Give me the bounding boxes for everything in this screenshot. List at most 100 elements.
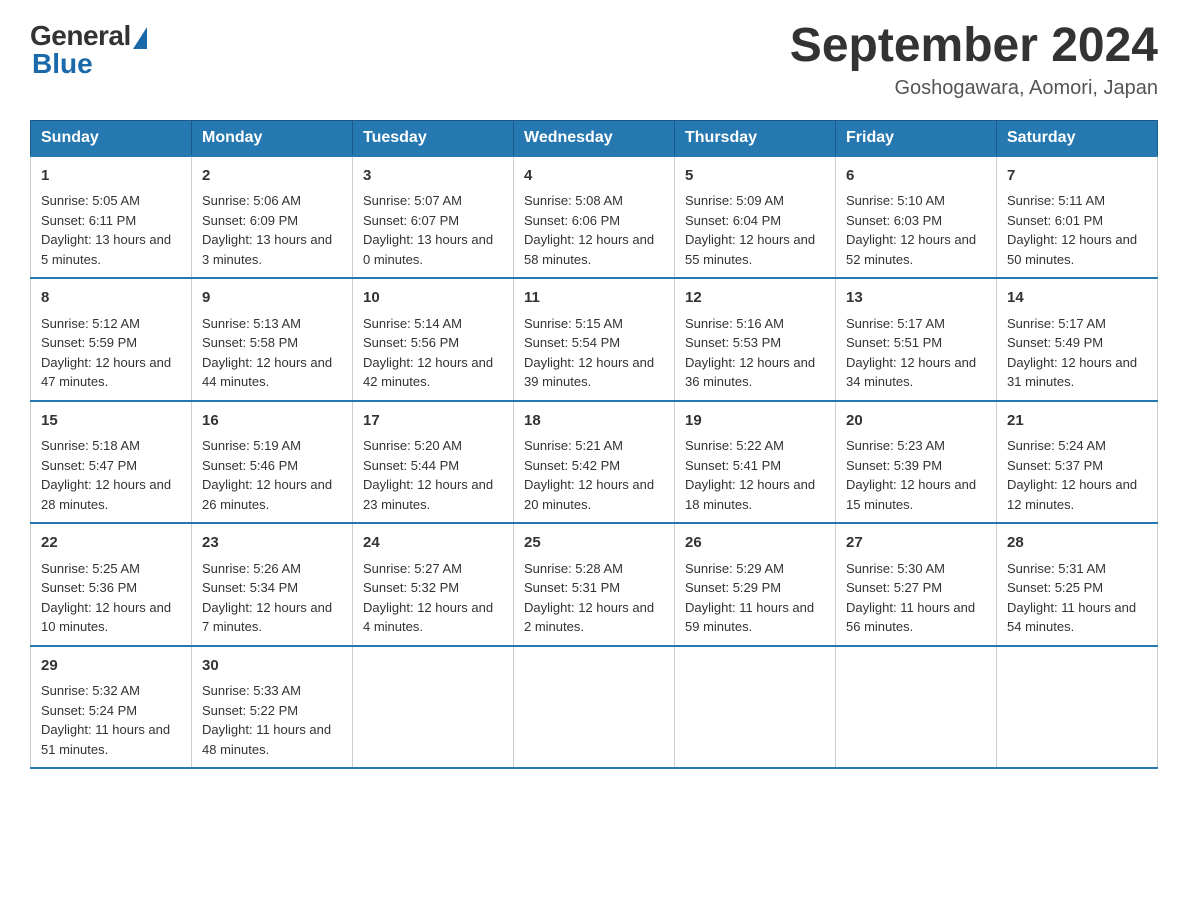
calendar-cell: [997, 646, 1158, 769]
day-info: Sunrise: 5:07 AMSunset: 6:07 PMDaylight:…: [363, 193, 493, 267]
day-info: Sunrise: 5:09 AMSunset: 6:04 PMDaylight:…: [685, 193, 815, 267]
day-info: Sunrise: 5:26 AMSunset: 5:34 PMDaylight:…: [202, 561, 332, 635]
calendar-cell: 29 Sunrise: 5:32 AMSunset: 5:24 PMDayligh…: [31, 646, 192, 769]
calendar-cell: 21 Sunrise: 5:24 AMSunset: 5:37 PMDayligh…: [997, 401, 1158, 524]
location-text: Goshogawara, Aomori, Japan: [790, 77, 1158, 100]
calendar-cell: 27 Sunrise: 5:30 AMSunset: 5:27 PMDayligh…: [836, 523, 997, 646]
calendar-week-4: 22Sunrise: 5:25 AMSunset: 5:36 PMDayligh…: [31, 523, 1158, 646]
day-info: Sunrise: 5:23 AMSunset: 5:39 PMDaylight:…: [846, 438, 976, 512]
calendar-cell: 11 Sunrise: 5:15 AMSunset: 5:54 PMDayligh…: [514, 278, 675, 401]
day-number: 5: [685, 165, 825, 188]
calendar-cell: 6Sunrise: 5:10 AMSunset: 6:03 PMDaylight…: [836, 156, 997, 279]
calendar-cell: 22Sunrise: 5:25 AMSunset: 5:36 PMDayligh…: [31, 523, 192, 646]
day-info: Sunrise: 5:08 AMSunset: 6:06 PMDaylight:…: [524, 193, 654, 267]
calendar-week-2: 8 Sunrise: 5:12 AMSunset: 5:59 PMDaylight…: [31, 278, 1158, 401]
day-info: Sunrise: 5:27 AMSunset: 5:32 PMDaylight:…: [363, 561, 493, 635]
day-number: 2: [202, 165, 342, 188]
day-number: 6: [846, 165, 986, 188]
day-info: Sunrise: 5:30 AMSunset: 5:27 PMDaylight:…: [846, 561, 975, 635]
day-info: Sunrise: 5:19 AMSunset: 5:46 PMDaylight:…: [202, 438, 332, 512]
day-info: Sunrise: 5:33 AMSunset: 5:22 PMDaylight:…: [202, 683, 331, 757]
day-info: Sunrise: 5:13 AMSunset: 5:58 PMDaylight:…: [202, 316, 332, 390]
day-info: Sunrise: 5:16 AMSunset: 5:53 PMDaylight:…: [685, 316, 815, 390]
calendar-cell: 25 Sunrise: 5:28 AMSunset: 5:31 PMDayligh…: [514, 523, 675, 646]
day-number: 8: [41, 287, 181, 310]
day-number: 14: [1007, 287, 1147, 310]
day-number: 23: [202, 532, 342, 555]
calendar-cell: 26 Sunrise: 5:29 AMSunset: 5:29 PMDayligh…: [675, 523, 836, 646]
day-number: 18: [524, 410, 664, 433]
calendar-header-wednesday: Wednesday: [514, 120, 675, 156]
logo-blue-text: Blue: [32, 48, 93, 80]
title-section: September 2024 Goshogawara, Aomori, Japa…: [790, 20, 1158, 100]
day-number: 3: [363, 165, 503, 188]
day-info: Sunrise: 5:24 AMSunset: 5:37 PMDaylight:…: [1007, 438, 1137, 512]
day-number: 20: [846, 410, 986, 433]
day-number: 15: [41, 410, 181, 433]
day-info: Sunrise: 5:17 AMSunset: 5:49 PMDaylight:…: [1007, 316, 1137, 390]
day-number: 7: [1007, 165, 1147, 188]
calendar-cell: 24Sunrise: 5:27 AMSunset: 5:32 PMDayligh…: [353, 523, 514, 646]
calendar-header-friday: Friday: [836, 120, 997, 156]
day-info: Sunrise: 5:32 AMSunset: 5:24 PMDaylight:…: [41, 683, 170, 757]
day-number: 4: [524, 165, 664, 188]
day-number: 21: [1007, 410, 1147, 433]
day-info: Sunrise: 5:28 AMSunset: 5:31 PMDaylight:…: [524, 561, 654, 635]
day-number: 9: [202, 287, 342, 310]
day-info: Sunrise: 5:06 AMSunset: 6:09 PMDaylight:…: [202, 193, 332, 267]
day-number: 13: [846, 287, 986, 310]
day-number: 29: [41, 655, 181, 678]
day-info: Sunrise: 5:20 AMSunset: 5:44 PMDaylight:…: [363, 438, 493, 512]
calendar-cell: 7Sunrise: 5:11 AMSunset: 6:01 PMDaylight…: [997, 156, 1158, 279]
calendar-cell: 9 Sunrise: 5:13 AMSunset: 5:58 PMDaylight…: [192, 278, 353, 401]
calendar-header-row: SundayMondayTuesdayWednesdayThursdayFrid…: [31, 120, 1158, 156]
calendar-cell: 28 Sunrise: 5:31 AMSunset: 5:25 PMDayligh…: [997, 523, 1158, 646]
calendar-cell: 4 Sunrise: 5:08 AMSunset: 6:06 PMDaylight…: [514, 156, 675, 279]
calendar-cell: [675, 646, 836, 769]
logo-triangle-icon: [133, 27, 147, 49]
calendar-cell: 15 Sunrise: 5:18 AMSunset: 5:47 PMDayligh…: [31, 401, 192, 524]
calendar-cell: 23 Sunrise: 5:26 AMSunset: 5:34 PMDayligh…: [192, 523, 353, 646]
calendar-cell: 1 Sunrise: 5:05 AMSunset: 6:11 PMDaylight…: [31, 156, 192, 279]
day-info: Sunrise: 5:15 AMSunset: 5:54 PMDaylight:…: [524, 316, 654, 390]
calendar-cell: 12 Sunrise: 5:16 AMSunset: 5:53 PMDayligh…: [675, 278, 836, 401]
day-info: Sunrise: 5:29 AMSunset: 5:29 PMDaylight:…: [685, 561, 814, 635]
day-info: Sunrise: 5:14 AMSunset: 5:56 PMDaylight:…: [363, 316, 493, 390]
day-info: Sunrise: 5:18 AMSunset: 5:47 PMDaylight:…: [41, 438, 171, 512]
month-title: September 2024: [790, 20, 1158, 73]
day-info: Sunrise: 5:31 AMSunset: 5:25 PMDaylight:…: [1007, 561, 1136, 635]
day-number: 22: [41, 532, 181, 555]
calendar-week-5: 29 Sunrise: 5:32 AMSunset: 5:24 PMDayligh…: [31, 646, 1158, 769]
calendar-cell: 17Sunrise: 5:20 AMSunset: 5:44 PMDayligh…: [353, 401, 514, 524]
calendar-cell: 16Sunrise: 5:19 AMSunset: 5:46 PMDayligh…: [192, 401, 353, 524]
calendar-cell: 5 Sunrise: 5:09 AMSunset: 6:04 PMDaylight…: [675, 156, 836, 279]
day-number: 19: [685, 410, 825, 433]
day-number: 1: [41, 165, 181, 188]
calendar-week-1: 1 Sunrise: 5:05 AMSunset: 6:11 PMDaylight…: [31, 156, 1158, 279]
day-number: 25: [524, 532, 664, 555]
calendar-cell: [836, 646, 997, 769]
day-number: 11: [524, 287, 664, 310]
calendar-cell: 8 Sunrise: 5:12 AMSunset: 5:59 PMDaylight…: [31, 278, 192, 401]
day-number: 28: [1007, 532, 1147, 555]
calendar-cell: [514, 646, 675, 769]
calendar-cell: 13Sunrise: 5:17 AMSunset: 5:51 PMDayligh…: [836, 278, 997, 401]
calendar-header-monday: Monday: [192, 120, 353, 156]
page-header: General Blue September 2024 Goshogawara,…: [30, 20, 1158, 100]
calendar-cell: 10Sunrise: 5:14 AMSunset: 5:56 PMDayligh…: [353, 278, 514, 401]
calendar-cell: 18Sunrise: 5:21 AMSunset: 5:42 PMDayligh…: [514, 401, 675, 524]
calendar-week-3: 15 Sunrise: 5:18 AMSunset: 5:47 PMDayligh…: [31, 401, 1158, 524]
calendar-header-sunday: Sunday: [31, 120, 192, 156]
calendar-cell: 3 Sunrise: 5:07 AMSunset: 6:07 PMDaylight…: [353, 156, 514, 279]
day-info: Sunrise: 5:12 AMSunset: 5:59 PMDaylight:…: [41, 316, 171, 390]
calendar-table: SundayMondayTuesdayWednesdayThursdayFrid…: [30, 120, 1158, 770]
day-number: 12: [685, 287, 825, 310]
calendar-header-saturday: Saturday: [997, 120, 1158, 156]
calendar-cell: 20 Sunrise: 5:23 AMSunset: 5:39 PMDayligh…: [836, 401, 997, 524]
calendar-cell: 14 Sunrise: 5:17 AMSunset: 5:49 PMDayligh…: [997, 278, 1158, 401]
day-number: 26: [685, 532, 825, 555]
day-number: 27: [846, 532, 986, 555]
calendar-cell: 19Sunrise: 5:22 AMSunset: 5:41 PMDayligh…: [675, 401, 836, 524]
day-info: Sunrise: 5:05 AMSunset: 6:11 PMDaylight:…: [41, 193, 171, 267]
calendar-cell: 2 Sunrise: 5:06 AMSunset: 6:09 PMDaylight…: [192, 156, 353, 279]
